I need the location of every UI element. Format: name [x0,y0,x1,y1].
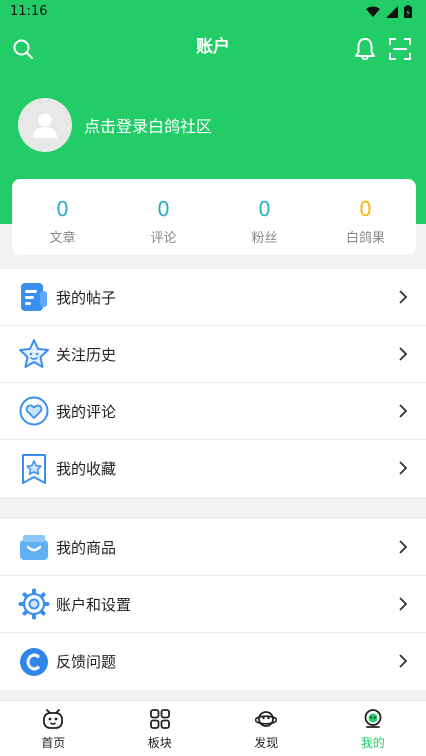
heart-comment-icon [19,396,49,426]
status-bar: 11:16 [0,0,426,24]
login-prompt[interactable]: 点击登录白鸽社区 [18,98,212,152]
status-time: 11:16 [10,4,48,19]
stat-comments[interactable]: 0 评论 [113,179,214,255]
stat-pigeon-fruit[interactable]: 0 白鸽果 [315,179,416,255]
gift-box-icon [20,535,48,560]
bookmark-star-icon [22,453,46,484]
chevron-right-icon [399,597,408,611]
menu-item-my-products[interactable]: 我的商品 [0,519,426,576]
home-face-icon [43,709,64,729]
profile-robot-icon [364,709,382,728]
menu-label: 账户和设置 [56,595,132,614]
gear-icon [18,588,50,620]
stats-card: 0 文章 0 评论 0 粉丝 0 白鸽果 [12,179,416,255]
tab-boards[interactable]: 板块 [107,701,214,756]
menu-item-account-settings[interactable]: 账户和设置 [0,576,426,633]
chevron-right-icon [399,540,408,554]
menu-label: 我的评论 [56,402,117,421]
login-text[interactable]: 点击登录白鸽社区 [84,113,212,137]
chevron-right-icon [399,404,408,418]
tab-label: 首页 [41,736,66,750]
stat-label: 评论 [150,231,177,246]
feedback-icon [20,647,48,676]
menu-item-follow-history[interactable]: 关注历史 [0,326,426,383]
menu-label: 关注历史 [56,345,117,364]
stat-label: 白鸽果 [345,231,385,246]
chevron-right-icon [399,461,408,475]
signal-icon [386,5,398,18]
tab-label: 板块 [147,736,172,750]
menu-item-feedback[interactable]: 反馈问题 [0,633,426,690]
menu-label: 反馈问题 [56,653,117,671]
menu-label: 我的帖子 [56,288,117,307]
grid-icon [149,709,170,729]
tab-label: 发现 [254,736,279,750]
menu-item-my-comments[interactable]: 我的评论 [0,383,426,440]
stat-value: 0 [258,197,271,221]
stat-value: 0 [359,197,372,221]
stat-label: 粉丝 [251,231,278,246]
bottom-tab-bar: 首页 板块 发现 我的 [0,700,426,756]
tab-home[interactable]: 首页 [0,701,107,756]
stat-value: 0 [56,197,69,221]
planet-icon [255,711,278,727]
posts-icon [21,283,47,311]
chevron-right-icon [399,347,408,361]
user-placeholder-icon [33,113,57,138]
stat-label: 文章 [49,231,76,246]
menu-label: 我的收藏 [56,460,117,478]
wifi-icon [366,6,380,17]
chevron-right-icon [399,290,408,304]
tab-label: 我的 [360,736,385,750]
menu-group-account: 我的商品 账户和设置 反馈问题 [0,519,426,690]
tab-mine[interactable]: 我的 [320,701,426,756]
scan-icon[interactable] [389,38,411,60]
stat-articles[interactable]: 0 文章 [12,179,113,255]
bell-icon[interactable] [354,37,376,61]
menu-label: 我的商品 [56,538,117,557]
chevron-right-icon [399,654,408,668]
tab-discover[interactable]: 发现 [213,701,320,756]
menu-item-my-favorites[interactable]: 我的收藏 [0,440,426,497]
stat-value: 0 [157,197,170,221]
avatar[interactable] [18,98,72,152]
star-face-icon [19,339,49,368]
stat-fans[interactable]: 0 粉丝 [214,179,315,255]
battery-icon [404,5,412,18]
menu-item-my-posts[interactable]: 我的帖子 [0,269,426,326]
menu-group-activity: 我的帖子 关注历史 我的评论 我的收藏 [0,269,426,497]
